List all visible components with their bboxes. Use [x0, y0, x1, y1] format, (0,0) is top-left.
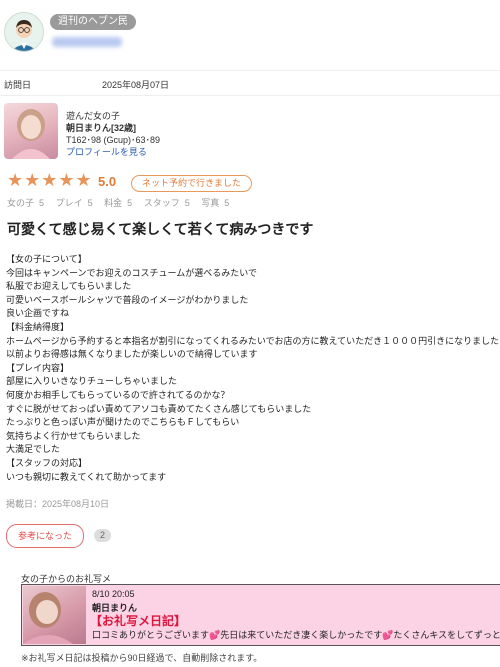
thanks-message-photo[interactable] — [23, 586, 86, 644]
thanks-message-body: 口コミありがとうございます💕先日は来ていただき凄く楽しかったです💕たくさんキスを… — [92, 630, 500, 640]
review-line: 【料金納得度】 — [6, 321, 70, 332]
review-line: 【女の子について】 — [6, 254, 87, 264]
review-line: 大満足でした — [6, 444, 61, 455]
thanks-photo-illustration — [23, 592, 73, 644]
review-line: 気持ちよく行かせてもらいました — [6, 430, 141, 441]
auto-delete-note: ※お礼写メ日記は投稿から90日経過で、自動削除されます。 — [21, 653, 263, 663]
review-line: 【プレイ内容】 — [6, 362, 70, 373]
reviewer-header: 週刊のヘブン民 — [0, 0, 500, 62]
thanks-message-title: 【お礼写メ日記】 — [90, 614, 187, 628]
review-line: 今回はキャンペーンでお迎えのコスチュームが選べるみたいで — [6, 267, 258, 278]
visit-date-label: 訪問日 — [4, 80, 32, 90]
sub-rating-photo: 写真 5 — [201, 198, 230, 208]
review-line: 何度かお相手してもらっているので許されてるのかな？ — [6, 389, 230, 400]
helpful-button[interactable]: 参考になった — [6, 524, 84, 548]
visit-date-row: 訪問日 2025年08月07日 — [0, 70, 500, 96]
review-line: すぐに脱がせておっぱい責めてアソコも責めてたくさん感じてもらいました — [6, 403, 312, 414]
review-line: ホームページから予約すると本指名が割引になってくれるみたいでお店の方に教えていた… — [6, 335, 500, 346]
sub-rating-girl: 女の子 5 — [7, 198, 45, 208]
sub-rating-price: 料金 5 — [104, 198, 133, 208]
reviewer-avatar[interactable] — [4, 12, 44, 52]
thanks-message-time: 8/10 20:05 — [92, 589, 135, 599]
review-line: 部屋に入りいきなりチューしちゃいました — [6, 376, 178, 387]
star-rating-icon: ★★★★★ — [7, 170, 93, 190]
girl-photo[interactable] — [4, 103, 58, 159]
posted-date: 掲載日：2025年08月10日 — [6, 499, 110, 509]
review-line: 以前よりお得感は無くなりましたが楽しいので納得しています — [6, 349, 258, 360]
visit-date-value: 2025年08月07日 — [102, 80, 170, 90]
girl-subtitle: 遊んだ女の子 — [66, 111, 121, 121]
sub-rating-play: プレイ 5 — [55, 198, 93, 208]
review-line: 良い企画ですね — [6, 308, 70, 319]
review-title: 可愛くて感じ易くて楽しくて若くて病みつきです — [7, 221, 314, 237]
review-line: 【スタッフの対応】 — [6, 457, 88, 468]
sub-rating-staff: スタッフ 5 — [143, 198, 190, 208]
girl-specs: T162･98 (Gcup)･63･89 — [66, 135, 161, 145]
review-line: たっぷりと色っぽい声が聞けたのでこちらもＦしてもらい — [6, 417, 240, 428]
girl-photo-illustration — [12, 109, 50, 159]
user-nickname-badge: 週刊のヘブン民 — [50, 14, 136, 30]
sub-ratings: 女の子 5 プレイ 5 料金 5 スタッフ 5 写真 5 — [7, 196, 238, 209]
thanks-message-card[interactable]: 8/10 20:05 朝日まりん 【お礼写メ日記】 口コミありがとうございます💕… — [21, 584, 500, 646]
girl-info: 遊んだ女の子 朝日まりん[32歳] T162･98 (Gcup)･63･89 プ… — [66, 110, 160, 158]
girl-name[interactable]: 朝日まりん[32歳] — [66, 122, 160, 134]
review-line: 可愛いベースボールシャツで普段のイメージがわかりました — [6, 294, 249, 305]
net-reservation-badge: ネット予約で行きました — [131, 175, 253, 192]
review-line: 私服でお迎えしてもらいました — [6, 281, 132, 292]
user-blurred-link[interactable] — [52, 37, 122, 47]
review-body: 【女の子について】 今回はキャンペーンでお迎えのコスチュームが選べるみたいで 私… — [6, 253, 499, 484]
review-line: いつも親切に教えてくれて助かってます — [6, 471, 167, 482]
rating-score: 5.0 — [98, 174, 117, 189]
profile-link[interactable]: プロフィールを見る — [66, 146, 160, 158]
avatar-illustration — [5, 13, 43, 51]
helpful-count-badge: 2 — [94, 529, 112, 542]
